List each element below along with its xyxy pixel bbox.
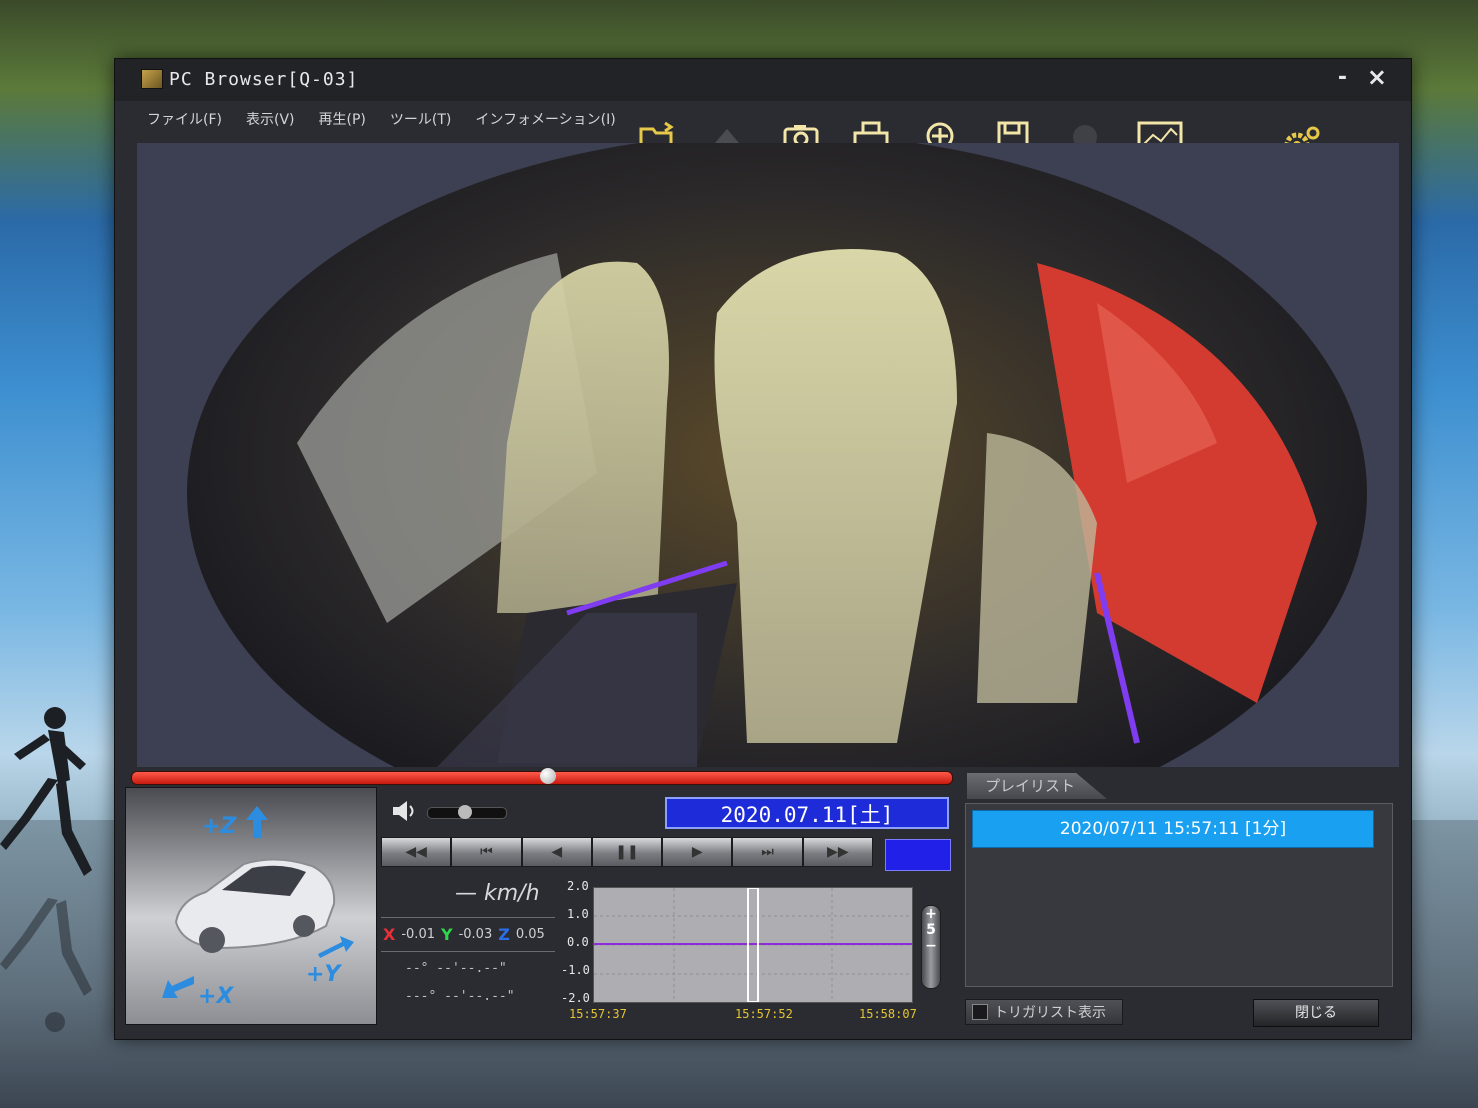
divider xyxy=(381,917,555,918)
zoom-in-button[interactable]: + xyxy=(922,906,940,922)
axis-y-label: +Y xyxy=(306,962,341,987)
graph-y-tick: 0.0 xyxy=(567,935,589,949)
tab-playlist[interactable]: プレイリスト xyxy=(967,773,1107,799)
playback-datetime: 2020.07.11[土] 15:57:52 xyxy=(665,797,949,859)
x-label: X xyxy=(383,925,396,944)
arrow-up-icon xyxy=(246,806,268,838)
previous-button[interactable]: ⏮ xyxy=(451,837,522,867)
z-label: Z xyxy=(498,925,510,944)
window-title: PC Browser[Q-03] xyxy=(169,69,359,90)
graph-x-tick: 15:57:52 xyxy=(735,1007,793,1021)
close-window-button[interactable]: × xyxy=(1367,63,1387,91)
menu-tools[interactable]: ツール(T) xyxy=(388,105,453,137)
trigger-list-toggle[interactable]: トリガリスト表示 xyxy=(965,999,1123,1025)
trigger-list-label: トリガリスト表示 xyxy=(994,1005,1106,1021)
arrow-left-icon xyxy=(162,976,194,998)
g-sensor-values: X -0.01 Y -0.03 Z 0.05 xyxy=(383,925,545,944)
seek-bar[interactable] xyxy=(131,768,953,785)
g-sensor-car-panel: +Z +Y +X xyxy=(125,787,377,1025)
app-icon xyxy=(141,69,163,89)
graph-y-tick: -2.0 xyxy=(561,991,590,1005)
axis-z-label: +Z xyxy=(202,814,237,839)
axis-x-label: +X xyxy=(198,984,234,1009)
video-frame xyxy=(137,143,1399,767)
graph-y-tick: -1.0 xyxy=(561,963,590,977)
z-value: 0.05 xyxy=(515,927,545,942)
graph-y-tick: 2.0 xyxy=(567,879,589,893)
divider xyxy=(381,951,555,952)
runner-silhouette xyxy=(0,707,92,876)
menu-information[interactable]: インフォメーション(I) xyxy=(473,105,617,137)
step-back-button[interactable]: ◀ xyxy=(521,837,592,867)
channel-indicator xyxy=(885,839,951,871)
transport-controls: ◀◀ ⏮ ◀ ❚❚ ▶ ⏭ ▶▶ xyxy=(381,837,873,867)
runner-reflection xyxy=(0,898,92,1032)
volume-icon[interactable] xyxy=(391,799,417,823)
y-label: Y xyxy=(440,925,453,944)
graph-x-tick: 15:57:37 xyxy=(569,1007,627,1021)
minimize-button[interactable]: - xyxy=(1338,65,1347,90)
graph-zoom-control[interactable]: + 5 − xyxy=(921,905,941,989)
zoom-level: 5 xyxy=(926,922,936,938)
trigger-list-checkbox[interactable] xyxy=(972,1004,988,1020)
seek-thumb[interactable] xyxy=(540,768,556,784)
menu-view[interactable]: 表示(V) xyxy=(244,105,297,137)
playlist-panel: 2020/07/11 15:57:11 [1分] xyxy=(965,803,1393,987)
close-button[interactable]: 閉じる xyxy=(1253,999,1379,1027)
menu-bar: ファイル(F) 表示(V) 再生(P) ツール(T) インフォメーション(I) xyxy=(145,105,618,137)
rewind-button[interactable]: ◀◀ xyxy=(381,837,452,867)
menu-play[interactable]: 再生(P) xyxy=(317,105,368,137)
latitude-readout: --° --'--.--" xyxy=(405,961,507,976)
volume-thumb[interactable] xyxy=(458,805,472,819)
speed-readout: — km/h xyxy=(455,881,540,906)
volume-slider[interactable] xyxy=(427,805,507,819)
title-bar[interactable]: PC Browser[Q-03] - × xyxy=(115,59,1411,101)
pc-browser-window: PC Browser[Q-03] - × ファイル(F) 表示(V) 再生(P)… xyxy=(114,58,1412,1040)
fast-forward-button[interactable]: ▶▶ xyxy=(802,837,873,867)
pause-button[interactable]: ❚❚ xyxy=(591,837,663,867)
x-value: -0.01 xyxy=(401,927,435,942)
zoom-out-button[interactable]: − xyxy=(922,938,940,954)
playlist-item[interactable]: 2020/07/11 15:57:11 [1分] xyxy=(972,810,1374,848)
y-value: -0.03 xyxy=(458,927,493,942)
menu-file[interactable]: ファイル(F) xyxy=(145,105,224,137)
graph-x-tick: 15:58:07 xyxy=(859,1007,917,1021)
next-button[interactable]: ⏭ xyxy=(732,837,803,867)
longitude-readout: ---° --'--.--" xyxy=(405,989,515,1004)
graph-y-tick: 1.0 xyxy=(567,907,589,921)
arrow-right-icon xyxy=(318,936,354,958)
g-sensor-graph[interactable] xyxy=(593,887,913,1003)
play-button[interactable]: ▶ xyxy=(662,837,733,867)
